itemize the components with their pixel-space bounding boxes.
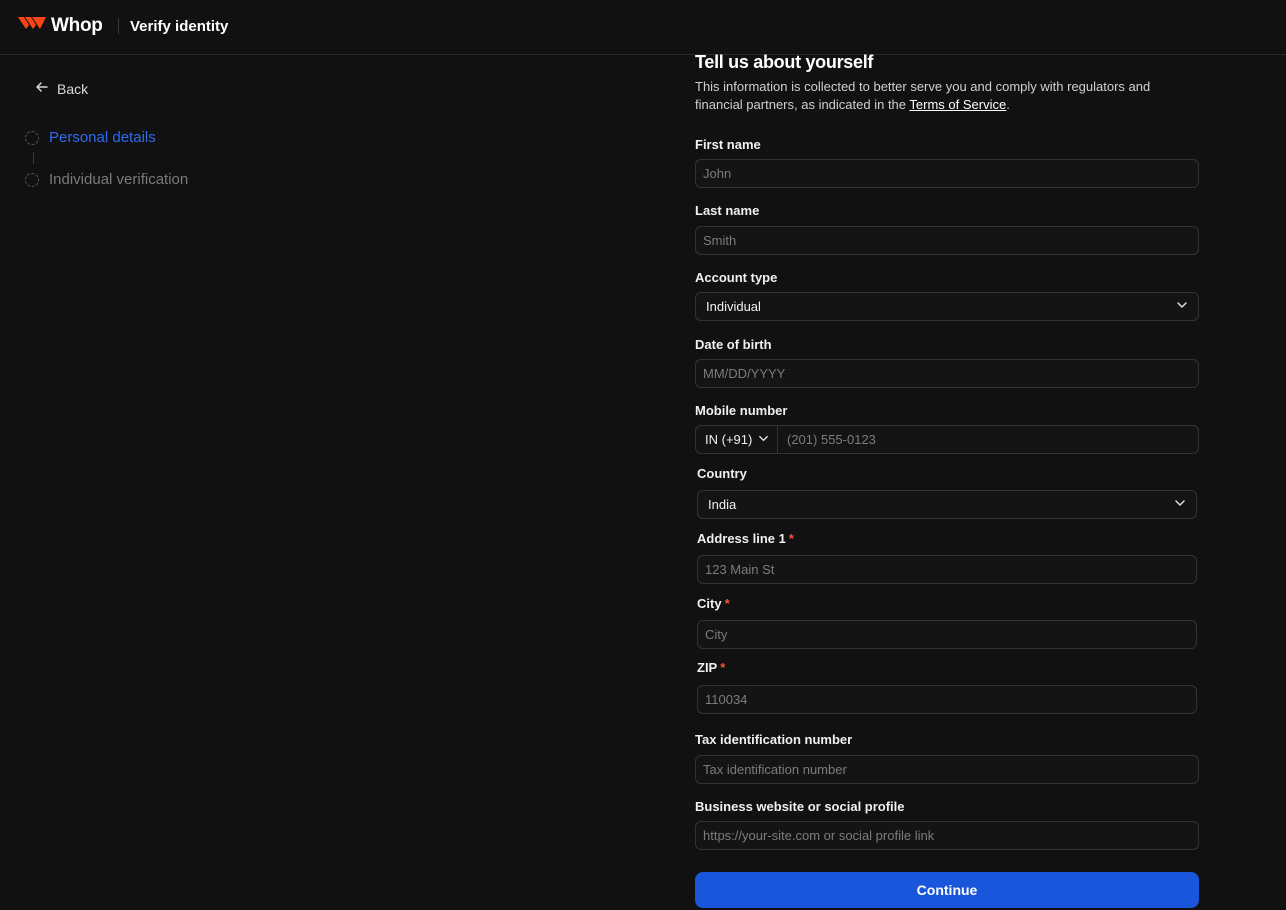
- country-code-value: IN (+91): [705, 432, 753, 447]
- country-select[interactable]: India: [697, 490, 1197, 519]
- last-name-label: Last name: [695, 203, 760, 218]
- step-connector: [33, 152, 34, 164]
- form-description: This information is collected to better …: [695, 78, 1195, 114]
- step-status-icon: [25, 130, 39, 145]
- back-label: Back: [57, 80, 89, 97]
- top-bar: Whop Verify identity: [0, 0, 1286, 55]
- dob-label: Date of birth: [695, 337, 772, 352]
- arrow-left-icon: [35, 80, 57, 97]
- back-button[interactable]: Back: [35, 80, 88, 97]
- brand-logo[interactable]: Whop: [17, 14, 103, 37]
- step-personal-details[interactable]: Personal details: [25, 129, 156, 146]
- mobile-label: Mobile number: [695, 403, 788, 418]
- last-name-input[interactable]: [695, 226, 1199, 255]
- account-type-label: Account type: [695, 270, 778, 285]
- whop-logo-icon: [17, 14, 47, 37]
- form-title: Tell us about yourself: [695, 52, 874, 72]
- zip-input[interactable]: [697, 685, 1197, 714]
- address-line-1-label: Address line 1 *: [697, 531, 794, 546]
- address-line-1-input[interactable]: [697, 555, 1197, 584]
- country-value: India: [708, 497, 737, 512]
- step-label: Individual verification: [49, 171, 189, 188]
- dob-input[interactable]: [695, 359, 1199, 388]
- mobile-number-input[interactable]: [778, 426, 1198, 453]
- country-label: Country: [697, 466, 747, 481]
- website-input[interactable]: [695, 821, 1199, 850]
- website-label: Business website or social profile: [695, 799, 905, 814]
- step-label: Personal details: [49, 129, 156, 146]
- required-mark: *: [724, 596, 730, 611]
- city-label: City *: [697, 596, 730, 611]
- header-divider: [118, 18, 119, 34]
- required-mark: *: [720, 660, 726, 675]
- chevron-down-icon: [752, 432, 769, 447]
- zip-label-text: ZIP: [697, 660, 718, 675]
- account-type-select[interactable]: Individual: [695, 292, 1199, 321]
- continue-button[interactable]: Continue: [695, 872, 1199, 908]
- chevron-down-icon: [1174, 497, 1186, 512]
- tax-id-label: Tax identification number: [695, 732, 853, 747]
- tax-id-input[interactable]: [695, 755, 1199, 784]
- city-input[interactable]: [697, 620, 1197, 649]
- step-status-icon: [25, 172, 39, 187]
- description-suffix: .: [1006, 97, 1010, 112]
- account-type-value: Individual: [706, 299, 761, 314]
- zip-label: ZIP *: [697, 660, 725, 675]
- page-title: Verify identity: [130, 18, 229, 35]
- chevron-down-icon: [1176, 299, 1188, 314]
- mobile-field: IN (+91): [695, 425, 1199, 454]
- step-individual-verification[interactable]: Individual verification: [25, 171, 188, 188]
- required-mark: *: [788, 531, 794, 546]
- brand-name: Whop: [51, 14, 103, 36]
- first-name-input[interactable]: [695, 159, 1199, 188]
- terms-of-service-link[interactable]: Terms of Service: [909, 97, 1006, 112]
- first-name-label: First name: [695, 137, 761, 152]
- country-code-select[interactable]: IN (+91): [696, 426, 778, 453]
- city-label-text: City: [697, 596, 722, 611]
- address-line-1-label-text: Address line 1: [697, 531, 786, 546]
